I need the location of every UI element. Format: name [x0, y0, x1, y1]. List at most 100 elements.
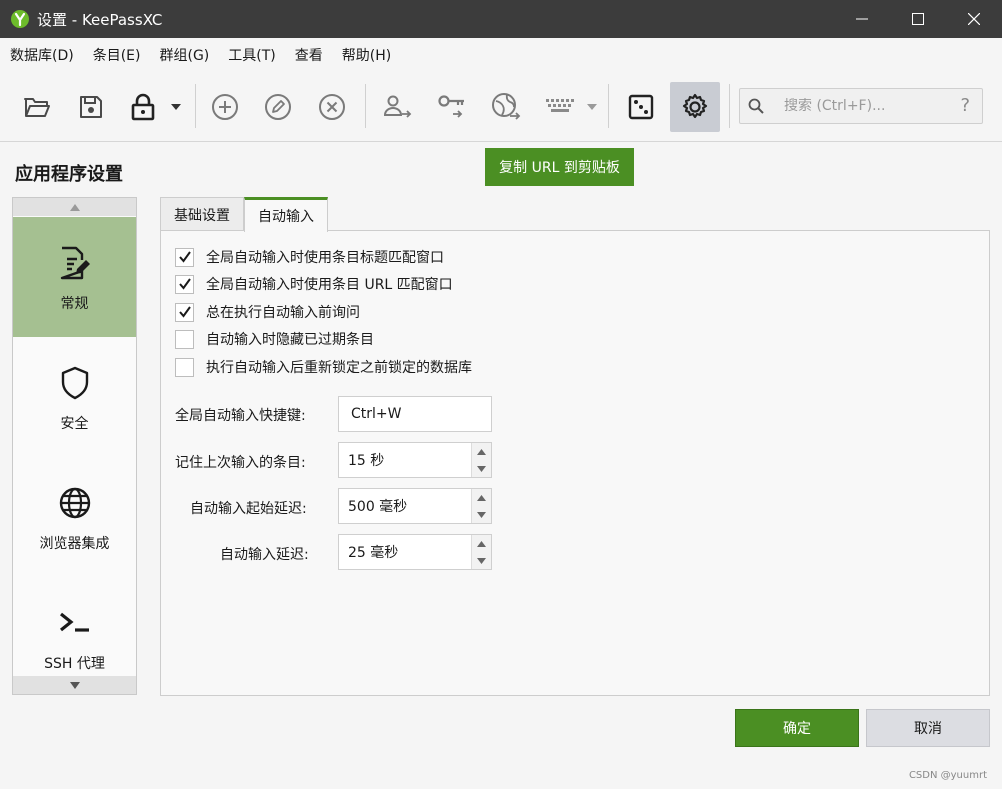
page-title: 应用程序设置: [15, 164, 123, 185]
copy-url-tooltip: 复制 URL 到剪贴板: [485, 148, 634, 186]
menu-help[interactable]: 帮助(H): [342, 45, 391, 65]
lock-database-button[interactable]: [118, 82, 168, 132]
copy-password-button[interactable]: [427, 82, 477, 132]
arrow-down-icon: [477, 465, 486, 472]
terminal-icon: [58, 601, 92, 645]
remember-input[interactable]: [339, 443, 467, 477]
category-general-label: 常规: [60, 296, 89, 312]
maximize-button[interactable]: [890, 0, 946, 38]
category-scroll-down-button[interactable]: [13, 676, 136, 694]
checkbox-row-hide-expired[interactable]: 自动输入时隐藏已过期条目: [175, 328, 374, 350]
menu-tools[interactable]: 工具(T): [228, 45, 275, 65]
shortcut-label: 全局自动输入快捷键:: [175, 408, 306, 424]
shortcut-input[interactable]: [339, 397, 489, 431]
start-delay-increment-button[interactable]: [472, 489, 491, 506]
edit-entry-icon: [265, 94, 291, 120]
delay-decrement-button[interactable]: [472, 552, 491, 569]
start-delay-input[interactable]: [339, 489, 467, 523]
remember-increment-button[interactable]: [472, 443, 491, 460]
lock-icon: [131, 93, 155, 121]
delete-entry-button[interactable]: [307, 82, 357, 132]
settings-tabs: 基础设置 自动输入: [160, 197, 328, 232]
remember-decrement-button[interactable]: [472, 460, 491, 477]
autotype-dropdown-arrow-icon[interactable]: [587, 102, 597, 112]
settings-button[interactable]: [670, 82, 720, 132]
copy-url-button[interactable]: [481, 82, 531, 132]
copy-username-button[interactable]: [372, 82, 422, 132]
hide-expired-checkbox[interactable]: [175, 329, 194, 349]
delay-increment-button[interactable]: [472, 535, 491, 552]
delay-input[interactable]: [339, 535, 467, 569]
keepassxc-logo-icon: [10, 9, 30, 29]
start-delay-label: 自动输入起始延迟:: [190, 501, 307, 517]
url-match-label: 全局自动输入时使用条目 URL 匹配窗口: [206, 277, 453, 293]
open-database-button[interactable]: [12, 82, 62, 132]
arrow-up-icon: [477, 540, 486, 547]
url-match-checkbox[interactable]: [175, 274, 194, 294]
menu-database[interactable]: 数据库(D): [10, 45, 74, 65]
checkbox-row-url-match[interactable]: 全局自动输入时使用条目 URL 匹配窗口: [175, 273, 453, 295]
search-help-icon[interactable]: ?: [960, 95, 970, 116]
title-match-checkbox[interactable]: [175, 247, 194, 267]
autotype-button[interactable]: [535, 82, 585, 132]
always-ask-label: 总在执行自动输入前询问: [206, 305, 360, 321]
checkbox-row-relock[interactable]: 执行自动输入后重新锁定之前锁定的数据库: [175, 356, 472, 378]
start-delay-decrement-button[interactable]: [472, 506, 491, 523]
checkmark-icon: [178, 251, 191, 263]
minimize-button[interactable]: [834, 0, 890, 38]
category-browser-integration-label: 浏览器集成: [39, 536, 110, 552]
hide-expired-label: 自动输入时隐藏已过期条目: [206, 332, 374, 348]
category-security[interactable]: 安全: [13, 337, 136, 457]
checkbox-row-always-ask[interactable]: 总在执行自动输入前询问: [175, 301, 360, 323]
category-list: 常规 安全 浏览器集成 SSH 代理: [12, 197, 137, 695]
tab-autotype[interactable]: 自动输入: [244, 197, 328, 232]
start-delay-spinbox[interactable]: [338, 488, 492, 524]
shortcut-field[interactable]: [338, 396, 492, 432]
category-security-label: 安全: [60, 416, 89, 432]
category-general[interactable]: 常规: [13, 217, 136, 337]
arrow-down-icon: [477, 511, 486, 518]
save-icon: [80, 96, 102, 118]
ok-button[interactable]: 确定: [735, 709, 859, 747]
save-database-button[interactable]: [66, 82, 116, 132]
window-title: 设置 - KeePassXC: [37, 10, 163, 29]
watermark: CSDN @yuumrt: [908, 770, 987, 781]
copy-url-icon: [492, 93, 521, 120]
copy-username-icon: [383, 95, 412, 118]
general-icon: [58, 241, 92, 285]
category-browser-integration[interactable]: 浏览器集成: [13, 457, 136, 577]
folder-open-icon: [24, 98, 50, 117]
remember-spinbox[interactable]: [338, 442, 492, 478]
add-entry-button[interactable]: [200, 82, 250, 132]
search-box: ?: [739, 88, 983, 124]
cancel-button[interactable]: 取消: [866, 709, 990, 747]
menu-entries[interactable]: 条目(E): [93, 45, 141, 65]
menu-view[interactable]: 查看: [295, 45, 323, 65]
title-bar: 设置 - KeePassXC: [0, 0, 1002, 38]
add-entry-icon: [212, 94, 238, 120]
keyboard-icon: [546, 99, 574, 112]
password-generator-button[interactable]: [616, 82, 666, 132]
copy-password-icon: [438, 95, 464, 118]
delay-spinbox[interactable]: [338, 534, 492, 570]
shield-icon: [60, 361, 90, 405]
always-ask-checkbox[interactable]: [175, 302, 194, 322]
menu-groups[interactable]: 群组(G): [160, 45, 210, 65]
close-button[interactable]: [946, 0, 1002, 38]
search-icon: [740, 98, 772, 114]
menu-bar: 数据库(D) 条目(E) 群组(G) 工具(T) 查看 帮助(H): [0, 38, 1002, 72]
checkmark-icon: [178, 306, 191, 318]
category-ssh-agent-label: SSH 代理: [44, 656, 105, 672]
arrow-up-icon: [477, 448, 486, 455]
relock-checkbox[interactable]: [175, 357, 194, 377]
title-match-label: 全局自动输入时使用条目标题匹配窗口: [206, 250, 444, 266]
delay-label: 自动输入延迟:: [220, 547, 309, 563]
checkbox-row-title-match[interactable]: 全局自动输入时使用条目标题匹配窗口: [175, 246, 444, 268]
category-scroll-up-button[interactable]: [13, 198, 136, 216]
checkmark-icon: [178, 278, 191, 290]
search-input[interactable]: [784, 98, 954, 114]
lock-dropdown-arrow-icon[interactable]: [171, 102, 181, 112]
tab-basic-settings[interactable]: 基础设置: [160, 197, 244, 231]
dice-icon: [628, 94, 654, 120]
edit-entry-button[interactable]: [253, 82, 303, 132]
